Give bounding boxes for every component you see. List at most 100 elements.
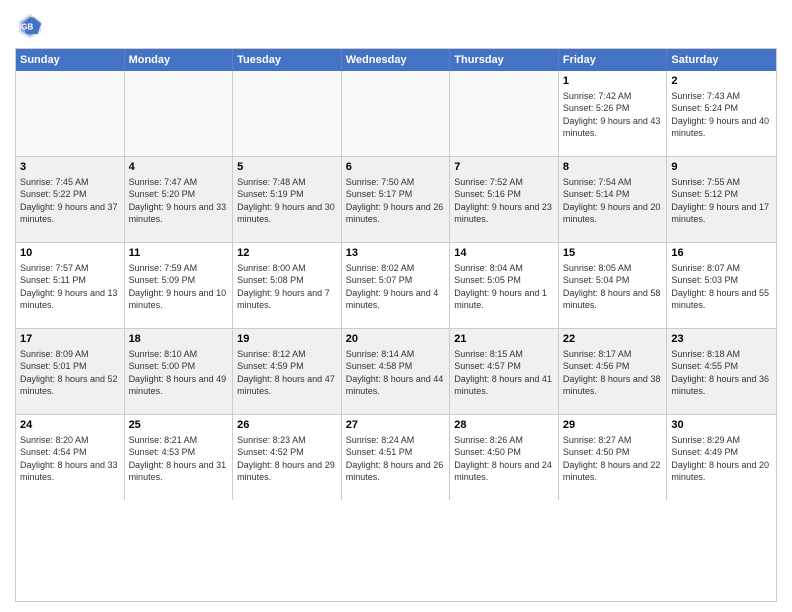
header-day-sunday: Sunday bbox=[16, 49, 125, 71]
cal-cell-day-23: 23 Sunrise: 8:18 AM Sunset: 4:55 PM Dayli… bbox=[667, 329, 776, 414]
day-sun-info: Sunrise: 8:17 AM Sunset: 4:56 PM Dayligh… bbox=[563, 348, 663, 397]
day-sun-info: Sunrise: 7:54 AM Sunset: 5:14 PM Dayligh… bbox=[563, 176, 663, 225]
cal-cell-day-1: 1 Sunrise: 7:42 AM Sunset: 5:26 PM Daylig… bbox=[559, 71, 668, 156]
day-number: 11 bbox=[129, 246, 229, 260]
cal-cell-day-21: 21 Sunrise: 8:15 AM Sunset: 4:57 PM Dayli… bbox=[450, 329, 559, 414]
day-sun-info: Sunrise: 7:45 AM Sunset: 5:22 PM Dayligh… bbox=[20, 176, 120, 225]
day-number: 9 bbox=[671, 160, 772, 174]
day-number: 12 bbox=[237, 246, 337, 260]
day-number: 2 bbox=[671, 74, 772, 88]
cal-cell-day-18: 18 Sunrise: 8:10 AM Sunset: 5:00 PM Dayli… bbox=[125, 329, 234, 414]
day-sun-info: Sunrise: 8:12 AM Sunset: 4:59 PM Dayligh… bbox=[237, 348, 337, 397]
cal-cell-day-empty-4 bbox=[450, 71, 559, 156]
day-number: 3 bbox=[20, 160, 120, 174]
logo: GB bbox=[15, 10, 49, 40]
day-sun-info: Sunrise: 8:07 AM Sunset: 5:03 PM Dayligh… bbox=[671, 262, 772, 311]
day-number: 8 bbox=[563, 160, 663, 174]
cal-cell-day-24: 24 Sunrise: 8:20 AM Sunset: 4:54 PM Dayli… bbox=[16, 415, 125, 500]
day-number: 19 bbox=[237, 332, 337, 346]
day-sun-info: Sunrise: 7:47 AM Sunset: 5:20 PM Dayligh… bbox=[129, 176, 229, 225]
week-4: 17Sunrise: 8:09 AM Sunset: 5:01 PM Dayli… bbox=[16, 329, 776, 415]
cal-cell-day-17: 17Sunrise: 8:09 AM Sunset: 5:01 PM Dayli… bbox=[16, 329, 125, 414]
day-sun-info: Sunrise: 8:29 AM Sunset: 4:49 PM Dayligh… bbox=[671, 434, 772, 483]
day-number: 30 bbox=[671, 418, 772, 432]
cal-cell-day-30: 30 Sunrise: 8:29 AM Sunset: 4:49 PM Dayli… bbox=[667, 415, 776, 500]
cal-cell-day-5: 5Sunrise: 7:48 AM Sunset: 5:19 PM Daylig… bbox=[233, 157, 342, 242]
cal-cell-day-15: 15Sunrise: 8:05 AM Sunset: 5:04 PM Dayli… bbox=[559, 243, 668, 328]
header-day-saturday: Saturday bbox=[667, 49, 776, 71]
cal-cell-day-22: 22 Sunrise: 8:17 AM Sunset: 4:56 PM Dayli… bbox=[559, 329, 668, 414]
cal-cell-day-19: 19 Sunrise: 8:12 AM Sunset: 4:59 PM Dayli… bbox=[233, 329, 342, 414]
cal-cell-day-2: 2 Sunrise: 7:43 AM Sunset: 5:24 PM Daylig… bbox=[667, 71, 776, 156]
cal-cell-day-27: 27 Sunrise: 8:24 AM Sunset: 4:51 PM Dayli… bbox=[342, 415, 451, 500]
cal-cell-day-13: 13 Sunrise: 8:02 AM Sunset: 5:07 PM Dayli… bbox=[342, 243, 451, 328]
day-sun-info: Sunrise: 7:55 AM Sunset: 5:12 PM Dayligh… bbox=[671, 176, 772, 225]
cal-cell-day-25: 25 Sunrise: 8:21 AM Sunset: 4:53 PM Dayli… bbox=[125, 415, 234, 500]
calendar-header: SundayMondayTuesdayWednesdayThursdayFrid… bbox=[16, 49, 776, 71]
day-number: 10 bbox=[20, 246, 120, 260]
cal-cell-day-empty-0 bbox=[16, 71, 125, 156]
day-number: 27 bbox=[346, 418, 446, 432]
day-number: 25 bbox=[129, 418, 229, 432]
day-number: 17 bbox=[20, 332, 120, 346]
day-sun-info: Sunrise: 7:43 AM Sunset: 5:24 PM Dayligh… bbox=[671, 90, 772, 139]
day-number: 7 bbox=[454, 160, 554, 174]
day-sun-info: Sunrise: 8:27 AM Sunset: 4:50 PM Dayligh… bbox=[563, 434, 663, 483]
day-sun-info: Sunrise: 7:42 AM Sunset: 5:26 PM Dayligh… bbox=[563, 90, 663, 139]
cal-cell-day-4: 4 Sunrise: 7:47 AM Sunset: 5:20 PM Daylig… bbox=[125, 157, 234, 242]
cal-cell-day-11: 11 Sunrise: 7:59 AM Sunset: 5:09 PM Dayli… bbox=[125, 243, 234, 328]
week-1: 1 Sunrise: 7:42 AM Sunset: 5:26 PM Daylig… bbox=[16, 71, 776, 157]
week-5: 24 Sunrise: 8:20 AM Sunset: 4:54 PM Dayli… bbox=[16, 415, 776, 500]
day-number: 22 bbox=[563, 332, 663, 346]
day-sun-info: Sunrise: 7:50 AM Sunset: 5:17 PM Dayligh… bbox=[346, 176, 446, 225]
day-sun-info: Sunrise: 7:48 AM Sunset: 5:19 PM Dayligh… bbox=[237, 176, 337, 225]
svg-text:GB: GB bbox=[21, 23, 33, 32]
day-sun-info: Sunrise: 8:24 AM Sunset: 4:51 PM Dayligh… bbox=[346, 434, 446, 483]
cal-cell-day-6: 6Sunrise: 7:50 AM Sunset: 5:17 PM Daylig… bbox=[342, 157, 451, 242]
day-sun-info: Sunrise: 8:02 AM Sunset: 5:07 PM Dayligh… bbox=[346, 262, 446, 311]
week-3: 10Sunrise: 7:57 AM Sunset: 5:11 PM Dayli… bbox=[16, 243, 776, 329]
header-day-wednesday: Wednesday bbox=[342, 49, 451, 71]
day-number: 1 bbox=[563, 74, 663, 88]
header: GB bbox=[15, 10, 777, 40]
day-number: 15 bbox=[563, 246, 663, 260]
cal-cell-day-20: 20 Sunrise: 8:14 AM Sunset: 4:58 PM Dayli… bbox=[342, 329, 451, 414]
day-number: 21 bbox=[454, 332, 554, 346]
day-sun-info: Sunrise: 7:52 AM Sunset: 5:16 PM Dayligh… bbox=[454, 176, 554, 225]
day-number: 14 bbox=[454, 246, 554, 260]
day-number: 4 bbox=[129, 160, 229, 174]
day-number: 18 bbox=[129, 332, 229, 346]
day-number: 16 bbox=[671, 246, 772, 260]
day-sun-info: Sunrise: 8:14 AM Sunset: 4:58 PM Dayligh… bbox=[346, 348, 446, 397]
cal-cell-day-29: 29 Sunrise: 8:27 AM Sunset: 4:50 PM Dayli… bbox=[559, 415, 668, 500]
cal-cell-day-16: 16 Sunrise: 8:07 AM Sunset: 5:03 PM Dayli… bbox=[667, 243, 776, 328]
day-number: 23 bbox=[671, 332, 772, 346]
day-sun-info: Sunrise: 8:15 AM Sunset: 4:57 PM Dayligh… bbox=[454, 348, 554, 397]
day-number: 24 bbox=[20, 418, 120, 432]
day-number: 13 bbox=[346, 246, 446, 260]
cal-cell-day-7: 7 Sunrise: 7:52 AM Sunset: 5:16 PM Daylig… bbox=[450, 157, 559, 242]
cal-cell-day-empty-3 bbox=[342, 71, 451, 156]
cal-cell-day-10: 10Sunrise: 7:57 AM Sunset: 5:11 PM Dayli… bbox=[16, 243, 125, 328]
day-number: 26 bbox=[237, 418, 337, 432]
day-number: 28 bbox=[454, 418, 554, 432]
day-sun-info: Sunrise: 8:23 AM Sunset: 4:52 PM Dayligh… bbox=[237, 434, 337, 483]
day-sun-info: Sunrise: 7:59 AM Sunset: 5:09 PM Dayligh… bbox=[129, 262, 229, 311]
cal-cell-day-empty-1 bbox=[125, 71, 234, 156]
page: GB SundayMondayTuesdayWednesdayThursdayF… bbox=[0, 0, 792, 612]
cal-cell-day-12: 12Sunrise: 8:00 AM Sunset: 5:08 PM Dayli… bbox=[233, 243, 342, 328]
day-sun-info: Sunrise: 8:04 AM Sunset: 5:05 PM Dayligh… bbox=[454, 262, 554, 311]
cal-cell-day-empty-2 bbox=[233, 71, 342, 156]
cal-cell-day-28: 28 Sunrise: 8:26 AM Sunset: 4:50 PM Dayli… bbox=[450, 415, 559, 500]
day-number: 20 bbox=[346, 332, 446, 346]
day-sun-info: Sunrise: 8:10 AM Sunset: 5:00 PM Dayligh… bbox=[129, 348, 229, 397]
logo-icon: GB bbox=[15, 10, 45, 40]
day-sun-info: Sunrise: 8:26 AM Sunset: 4:50 PM Dayligh… bbox=[454, 434, 554, 483]
day-number: 29 bbox=[563, 418, 663, 432]
week-2: 3 Sunrise: 7:45 AM Sunset: 5:22 PM Daylig… bbox=[16, 157, 776, 243]
cal-cell-day-26: 26 Sunrise: 8:23 AM Sunset: 4:52 PM Dayli… bbox=[233, 415, 342, 500]
day-sun-info: Sunrise: 8:21 AM Sunset: 4:53 PM Dayligh… bbox=[129, 434, 229, 483]
day-sun-info: Sunrise: 8:18 AM Sunset: 4:55 PM Dayligh… bbox=[671, 348, 772, 397]
calendar: SundayMondayTuesdayWednesdayThursdayFrid… bbox=[15, 48, 777, 602]
day-sun-info: Sunrise: 8:20 AM Sunset: 4:54 PM Dayligh… bbox=[20, 434, 120, 483]
